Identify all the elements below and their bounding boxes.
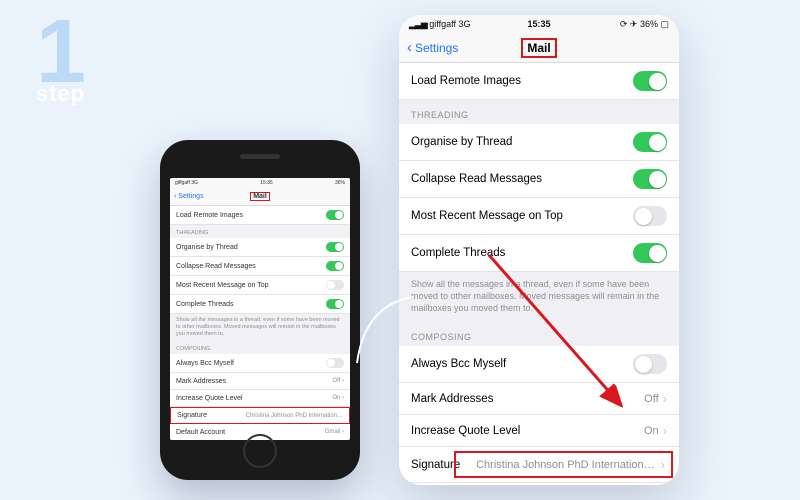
- row-collapse-small[interactable]: Collapse Read Messages: [170, 257, 350, 276]
- label-default-small: Default Account: [176, 429, 225, 436]
- step-label: step: [36, 85, 85, 104]
- nav-title-wrap: Mail: [399, 38, 679, 58]
- row-bcc-small[interactable]: Always Bcc Myself: [170, 354, 350, 373]
- carrier-small: giffgaff 3G: [175, 180, 198, 186]
- value-signature-small: Christina Johnson PhD Internation…: [246, 413, 343, 419]
- toggle-organise-small[interactable]: [326, 242, 344, 252]
- row-load-remote-images[interactable]: Load Remote Images: [399, 63, 679, 100]
- label-recent: Most Recent Message on Top: [411, 210, 563, 222]
- label-collapse: Collapse Read Messages: [411, 173, 542, 185]
- toggle-complete-small[interactable]: [326, 299, 344, 309]
- signature-highlight: Christina Johnson PhD Internation… ›: [454, 451, 673, 478]
- label-organise-small: Organise by Thread: [176, 244, 238, 251]
- label-mark-small: Mark Addresses: [176, 378, 226, 385]
- toggle-load-remote-small[interactable]: [326, 210, 344, 220]
- statusbar-small: giffgaff 3G 15:35 36%: [170, 178, 350, 188]
- step-number: 1: [36, 14, 85, 91]
- toggle-bcc-small[interactable]: [326, 358, 344, 368]
- label-load-remote-small: Load Remote Images: [176, 212, 243, 219]
- value-default-text-small: Gmail: [325, 429, 341, 435]
- value-signature: Christina Johnson PhD Internation…: [476, 459, 655, 471]
- toggle-recent-small[interactable]: [326, 280, 344, 290]
- navbar-small: ‹ Settings Mail: [170, 188, 350, 206]
- label-quote: Increase Quote Level: [411, 425, 520, 437]
- row-mark-small[interactable]: Mark Addresses Off ›: [170, 373, 350, 390]
- label-organise: Organise by Thread: [411, 136, 512, 148]
- nav-title-small: Mail: [170, 192, 350, 201]
- toggle-recent[interactable]: [633, 206, 667, 226]
- label-signature: Signature: [411, 459, 460, 471]
- toggle-collapse-small[interactable]: [326, 261, 344, 271]
- row-quote-small[interactable]: Increase Quote Level On ›: [170, 390, 350, 407]
- note-threading-small: Show all the messages in a thread, even …: [170, 314, 350, 341]
- toggle-collapse[interactable]: [633, 169, 667, 189]
- section-threading-small: THREADING: [170, 225, 350, 238]
- callout-connector: [355, 295, 415, 365]
- value-quote: On ›: [644, 423, 667, 438]
- section-composing-small: COMPOSING: [170, 341, 350, 354]
- toggle-organise[interactable]: [633, 132, 667, 152]
- battery-small: 36%: [335, 180, 345, 186]
- row-signature-small[interactable]: Signature Christina Johnson PhD Internati…: [170, 407, 350, 424]
- phone-mockup-small: giffgaff 3G 15:35 36% ‹ Settings Mail Lo…: [160, 140, 360, 480]
- label-bcc-small: Always Bcc Myself: [176, 360, 234, 367]
- navbar: ‹ Settings Mail: [399, 33, 679, 63]
- label-recent-small: Most Recent Message on Top: [176, 282, 268, 289]
- title-highlight-small: Mail: [250, 192, 270, 201]
- zoom-panel: ▂▃▅ giffgaff 3G 15:35 ⟳ ✈︎ 36% ▢ ‹ Setti…: [399, 15, 679, 485]
- step-badge: 1 step: [36, 14, 85, 103]
- label-load-remote: Load Remote Images: [411, 75, 521, 87]
- row-load-remote-small[interactable]: Load Remote Images: [170, 206, 350, 225]
- annotation-arrow: [469, 245, 649, 425]
- chevron-right-icon: ›: [661, 457, 665, 472]
- value-quote-small: On ›: [332, 395, 344, 401]
- nav-title-highlight: Mail: [521, 38, 556, 58]
- phone-screen-small: giffgaff 3G 15:35 36% ‹ Settings Mail Lo…: [170, 178, 350, 440]
- statusbar: ▂▃▅ giffgaff 3G 15:35 ⟳ ✈︎ 36% ▢: [399, 15, 679, 33]
- value-mark-text-small: Off: [332, 378, 340, 384]
- chevron-right-icon: ›: [663, 391, 667, 406]
- chevron-right-icon: ›: [663, 423, 667, 438]
- row-default-account[interactable]: Default Account Gmail›: [399, 483, 679, 485]
- section-threading: THREADING: [399, 100, 679, 124]
- label-signature-small: Signature: [177, 412, 207, 419]
- value-quote-text: On: [644, 425, 659, 437]
- row-collapse-read[interactable]: Collapse Read Messages: [399, 161, 679, 198]
- statusbar-time: 15:35: [399, 19, 679, 29]
- label-collapse-small: Collapse Read Messages: [176, 263, 256, 270]
- label-quote-small: Increase Quote Level: [176, 395, 243, 402]
- row-organise-by-thread[interactable]: Organise by Thread: [399, 124, 679, 161]
- row-signature[interactable]: Signature Christina Johnson PhD Internat…: [399, 447, 679, 483]
- time-small: 15:35: [260, 180, 273, 186]
- nav-title: Mail: [527, 41, 550, 55]
- label-complete-small: Complete Threads: [176, 301, 233, 308]
- value-quote-text-small: On: [332, 395, 340, 401]
- row-most-recent-top[interactable]: Most Recent Message on Top: [399, 198, 679, 235]
- row-default-small[interactable]: Default Account Gmail ›: [170, 424, 350, 440]
- toggle-load-remote[interactable]: [633, 71, 667, 91]
- value-default-small: Gmail ›: [325, 429, 344, 435]
- value-mark-small: Off ›: [332, 378, 344, 384]
- row-organise-small[interactable]: Organise by Thread: [170, 238, 350, 257]
- row-recent-small[interactable]: Most Recent Message on Top: [170, 276, 350, 295]
- row-complete-small[interactable]: Complete Threads: [170, 295, 350, 314]
